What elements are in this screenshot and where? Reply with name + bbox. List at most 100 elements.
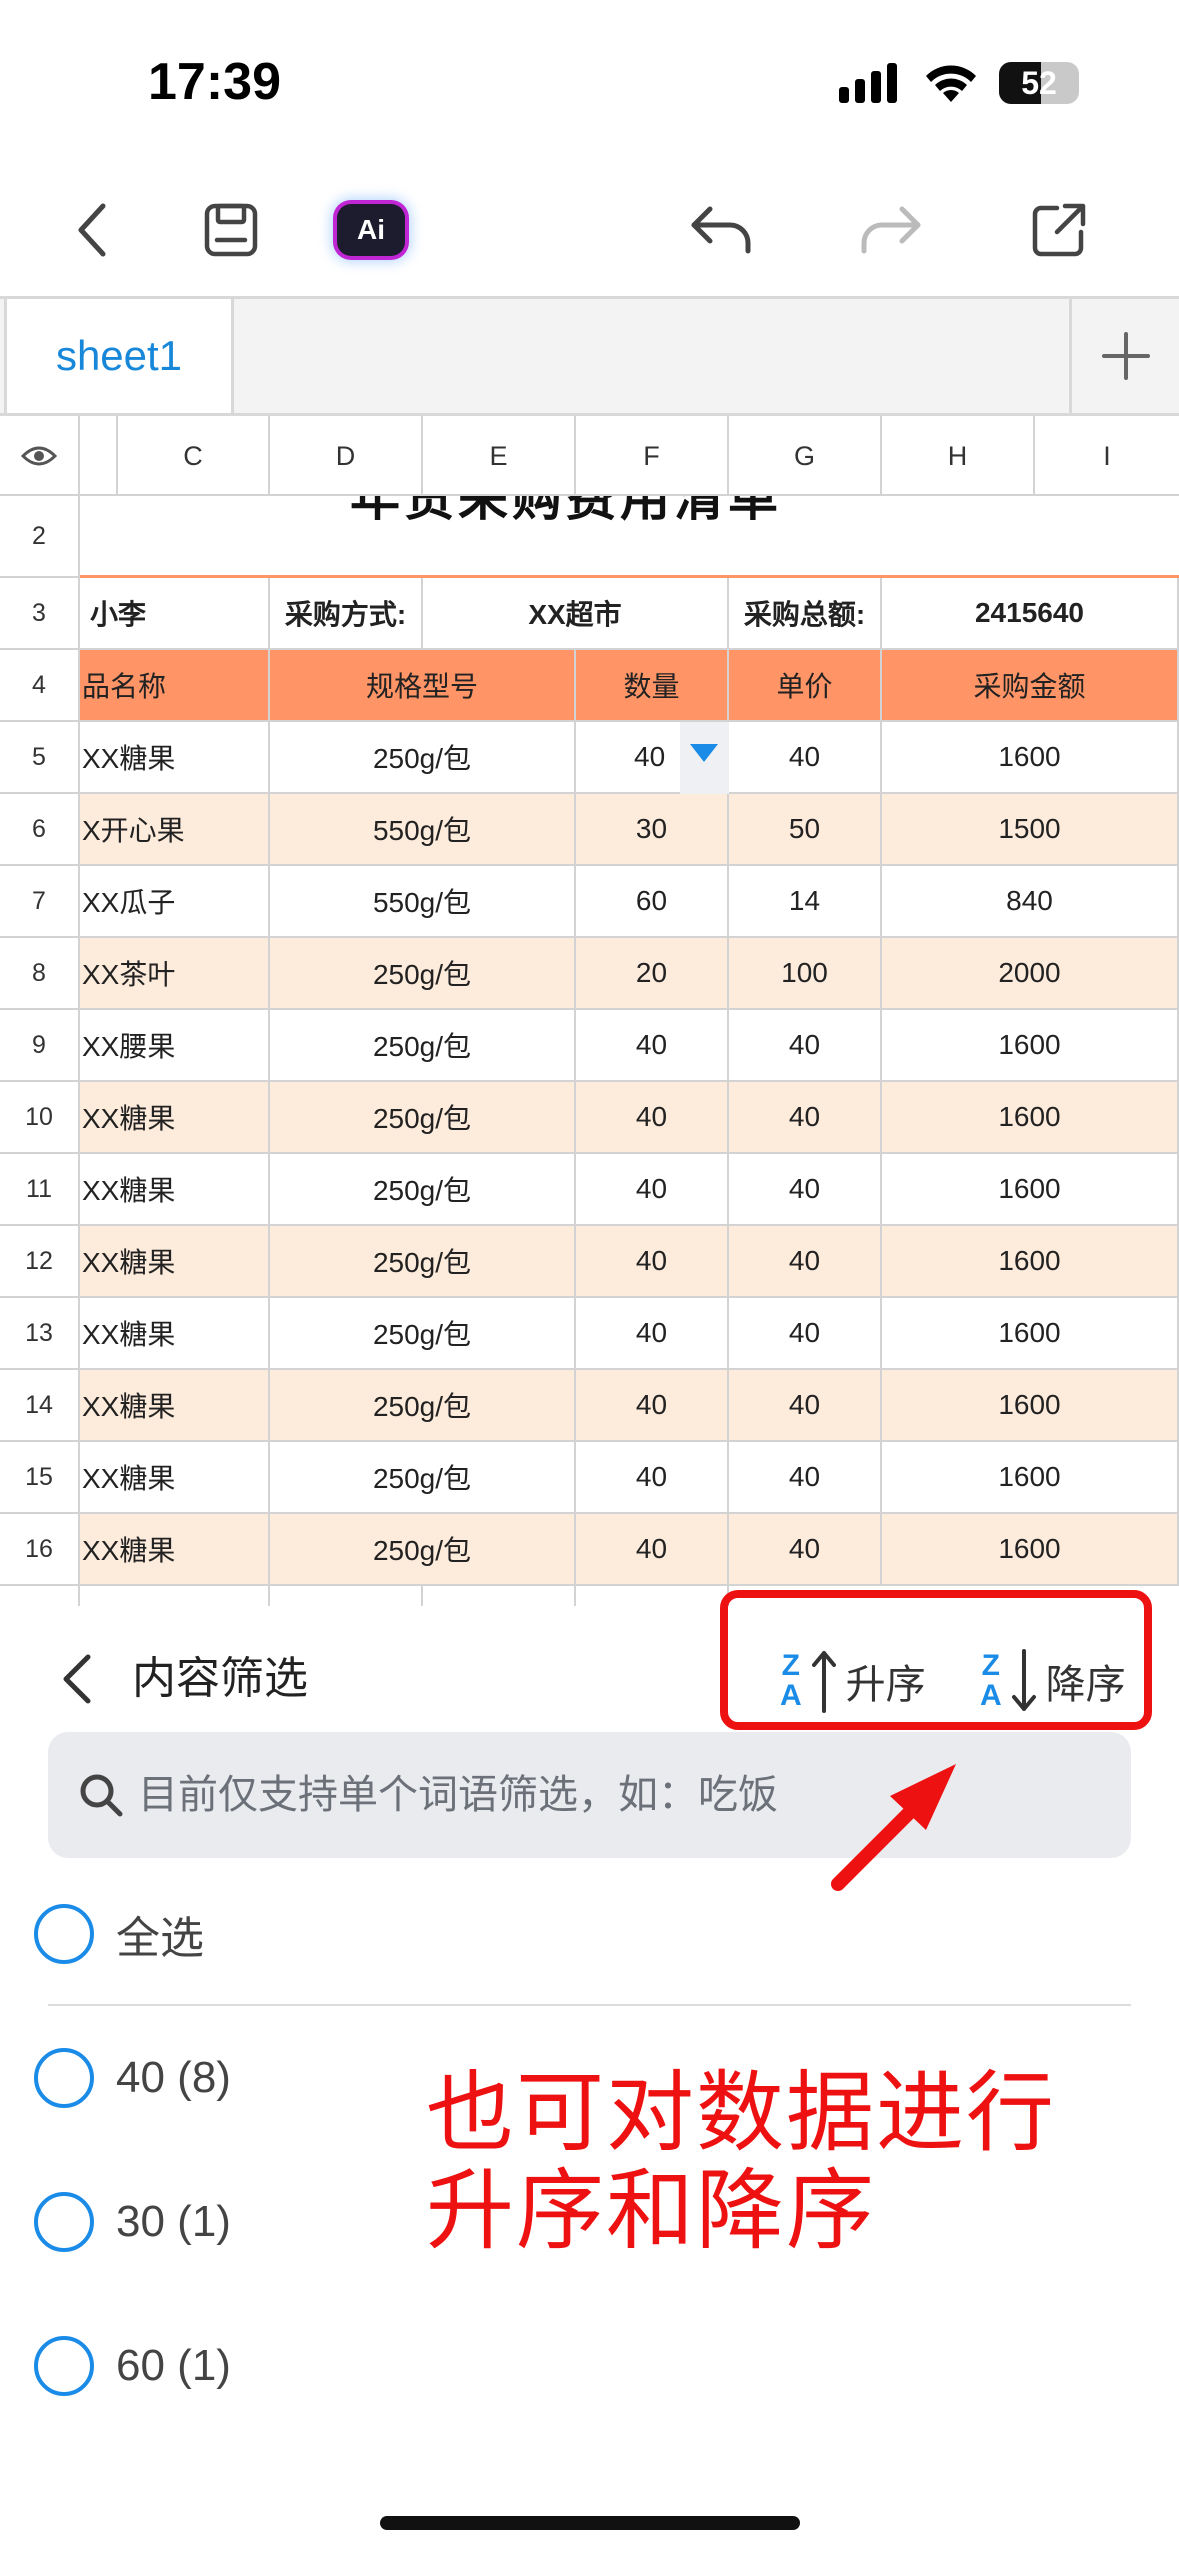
table-cell-price[interactable]: 40 xyxy=(729,1370,882,1442)
table-cell-spec[interactable]: 250g/包 xyxy=(270,1370,576,1442)
share-button[interactable] xyxy=(1014,185,1104,275)
header-cell-qty[interactable]: 数量 xyxy=(576,650,729,722)
select-all-radio[interactable] xyxy=(34,1904,94,1964)
header-cell-name[interactable]: 品名称 xyxy=(80,650,270,722)
save-button[interactable] xyxy=(186,185,276,275)
table-cell-qty[interactable]: 40 xyxy=(576,1010,729,1082)
table-cell-amount[interactable]: 2000 xyxy=(882,938,1179,1010)
row-number[interactable]: 16 xyxy=(0,1514,80,1586)
table-cell-qty[interactable]: 40 xyxy=(576,1298,729,1370)
table-cell-amount[interactable]: 1600 xyxy=(882,1298,1179,1370)
redo-button[interactable] xyxy=(846,185,936,275)
ai-button[interactable]: Ai xyxy=(326,185,416,275)
filter-option-radio[interactable] xyxy=(34,2192,94,2252)
table-cell-spec[interactable]: 550g/包 xyxy=(270,866,576,938)
column-header-frozen[interactable] xyxy=(80,416,118,496)
header-cell-amount[interactable]: 采购金额 xyxy=(882,650,1179,722)
row-number[interactable]: 13 xyxy=(0,1298,80,1370)
table-cell-qty[interactable]: 40 xyxy=(576,1082,729,1154)
table-cell-amount[interactable]: 1600 xyxy=(882,1514,1179,1586)
row-number[interactable]: 10 xyxy=(0,1082,80,1154)
table-cell-amount[interactable]: 1500 xyxy=(882,794,1179,866)
table-cell-amount[interactable]: 1600 xyxy=(882,1442,1179,1514)
column-header-h[interactable]: H xyxy=(882,416,1035,496)
table-cell-spec[interactable]: 250g/包 xyxy=(270,1298,576,1370)
table-cell-amount[interactable]: 1600 xyxy=(882,722,1179,794)
table-cell-amount[interactable]: 1600 xyxy=(882,1370,1179,1442)
column-header-i[interactable]: I xyxy=(1035,416,1179,496)
table-cell-name[interactable]: XX糖果 xyxy=(80,1514,270,1586)
home-indicator[interactable] xyxy=(380,2516,800,2530)
tab-sheet1[interactable]: sheet1 xyxy=(4,299,234,413)
table-cell-price[interactable]: 40 xyxy=(729,722,882,794)
table-cell-price[interactable]: 40 xyxy=(729,1514,882,1586)
show-hide-toggle[interactable] xyxy=(0,416,80,496)
column-header-f[interactable]: F xyxy=(576,416,729,496)
total-value-cell[interactable]: 2415640 xyxy=(882,578,1179,650)
row-number[interactable]: 17 xyxy=(0,1586,80,1606)
table-cell-amount[interactable]: 1600 xyxy=(882,1010,1179,1082)
table-cell-amount[interactable]: 840 xyxy=(882,866,1179,938)
row-number[interactable]: 6 xyxy=(0,794,80,866)
table-cell-spec[interactable]: 250g/包 xyxy=(270,1082,576,1154)
row-number[interactable]: 3 xyxy=(0,578,80,650)
table-cell-spec[interactable]: 250g/包 xyxy=(270,1442,576,1514)
panel-back-button[interactable] xyxy=(60,1644,110,1714)
table-cell-qty[interactable]: 30 xyxy=(576,794,729,866)
table-cell-qty[interactable]: 20 xyxy=(576,938,729,1010)
filter-dropdown-button[interactable] xyxy=(680,722,729,794)
table-cell-amount[interactable]: 1600 xyxy=(882,1154,1179,1226)
table-cell-spec[interactable]: 550g/包 xyxy=(270,794,576,866)
table-cell-empty[interactable] xyxy=(423,1586,576,1606)
row-number[interactable]: 12 xyxy=(0,1226,80,1298)
row-number[interactable]: 8 xyxy=(0,938,80,1010)
table-cell-price[interactable]: 40 xyxy=(729,1442,882,1514)
column-header-c[interactable]: C xyxy=(118,416,270,496)
filter-option[interactable]: 60 (1) xyxy=(34,2326,231,2406)
row-number[interactable]: 9 xyxy=(0,1010,80,1082)
total-label-cell[interactable]: 采购总额: xyxy=(729,578,882,650)
column-header-d[interactable]: D xyxy=(270,416,423,496)
table-cell-name[interactable]: XX糖果 xyxy=(80,722,270,794)
table-cell-spec[interactable]: 250g/包 xyxy=(270,1514,576,1586)
row-number[interactable]: 7 xyxy=(0,866,80,938)
table-cell-qty[interactable]: 40 xyxy=(576,1226,729,1298)
back-button[interactable] xyxy=(48,185,138,275)
filter-option[interactable]: 30 (1) xyxy=(34,2182,231,2262)
column-header-g[interactable]: G xyxy=(729,416,882,496)
header-cell-spec[interactable]: 规格型号 xyxy=(270,650,576,722)
table-cell-price[interactable]: 40 xyxy=(729,1010,882,1082)
table-cell-price[interactable]: 40 xyxy=(729,1226,882,1298)
row-number[interactable]: 14 xyxy=(0,1370,80,1442)
table-cell-qty[interactable]: 40 xyxy=(576,1154,729,1226)
table-cell-name[interactable]: XX糖果 xyxy=(80,1370,270,1442)
table-cell-name[interactable]: XX糖果 xyxy=(80,1442,270,1514)
table-cell-spec[interactable]: 250g/包 xyxy=(270,1154,576,1226)
table-cell-empty[interactable] xyxy=(576,1586,729,1606)
row-number[interactable]: 2 xyxy=(0,496,80,578)
table-cell-name[interactable]: XX糖果 xyxy=(80,1298,270,1370)
table-cell-amount[interactable]: 1600 xyxy=(882,1226,1179,1298)
column-header-e[interactable]: E xyxy=(423,416,576,496)
table-cell-price[interactable]: 50 xyxy=(729,794,882,866)
table-cell-name[interactable]: XX瓜子 xyxy=(80,866,270,938)
select-all-option[interactable]: 全选 xyxy=(34,1894,204,1974)
add-sheet-button[interactable] xyxy=(1069,299,1179,413)
table-cell-spec[interactable]: 250g/包 xyxy=(270,722,576,794)
table-cell-qty[interactable]: 40 xyxy=(576,1370,729,1442)
table-cell-amount[interactable]: 1600 xyxy=(882,1082,1179,1154)
row-number[interactable]: 4 xyxy=(0,650,80,722)
table-cell-price[interactable]: 40 xyxy=(729,1298,882,1370)
table-cell-empty[interactable] xyxy=(270,1586,423,1606)
row-number[interactable]: 15 xyxy=(0,1442,80,1514)
table-cell-qty[interactable]: 40 xyxy=(576,1514,729,1586)
filter-option-radio[interactable] xyxy=(34,2048,94,2108)
table-cell-name[interactable]: XX腰果 xyxy=(80,1010,270,1082)
table-cell-name[interactable]: X开心果 xyxy=(80,794,270,866)
table-cell-qty[interactable]: 60 xyxy=(576,866,729,938)
filter-option[interactable]: 40 (8) xyxy=(34,2038,231,2118)
table-cell-name[interactable]: XX糖果 xyxy=(80,1226,270,1298)
buyer-cell[interactable]: 小李 xyxy=(80,578,270,650)
filter-option-radio[interactable] xyxy=(34,2336,94,2396)
table-cell-price[interactable]: 14 xyxy=(729,866,882,938)
